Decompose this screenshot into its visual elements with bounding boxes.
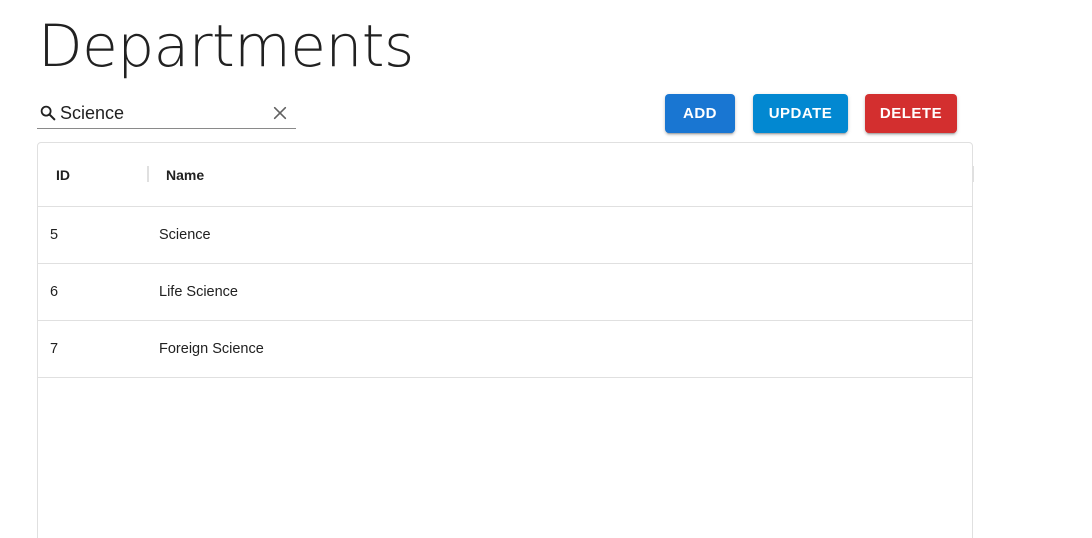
delete-button[interactable]: DELETE (865, 94, 957, 133)
close-icon[interactable] (270, 103, 290, 123)
column-separator[interactable] (972, 166, 974, 182)
column-header-id[interactable]: ID (56, 143, 70, 206)
cell-id: 7 (50, 341, 59, 357)
column-separator[interactable] (147, 166, 149, 182)
cell-name: Science (159, 227, 211, 243)
table-row[interactable]: 6 Life Science (38, 264, 972, 321)
cell-name: Foreign Science (159, 341, 264, 357)
table-row[interactable]: 7 Foreign Science (38, 321, 972, 378)
table-header: ID Name (38, 143, 974, 207)
cell-id: 6 (50, 284, 59, 300)
cell-name: Life Science (159, 284, 238, 300)
add-button[interactable]: ADD (665, 94, 735, 133)
search-icon (38, 103, 58, 123)
table-row[interactable]: 5 Science (38, 207, 972, 264)
search-field[interactable]: Science (37, 97, 296, 129)
departments-table: ID Name 5 Science 6 Life Science 7 Forei… (37, 142, 974, 538)
page: Departments Science ADD UPDATE DELETE ID… (0, 0, 1092, 538)
column-header-name[interactable]: Name (166, 143, 204, 206)
page-title: Departments (38, 12, 414, 80)
cell-id: 5 (50, 227, 59, 243)
update-button[interactable]: UPDATE (753, 94, 848, 133)
search-input[interactable]: Science (60, 99, 270, 127)
